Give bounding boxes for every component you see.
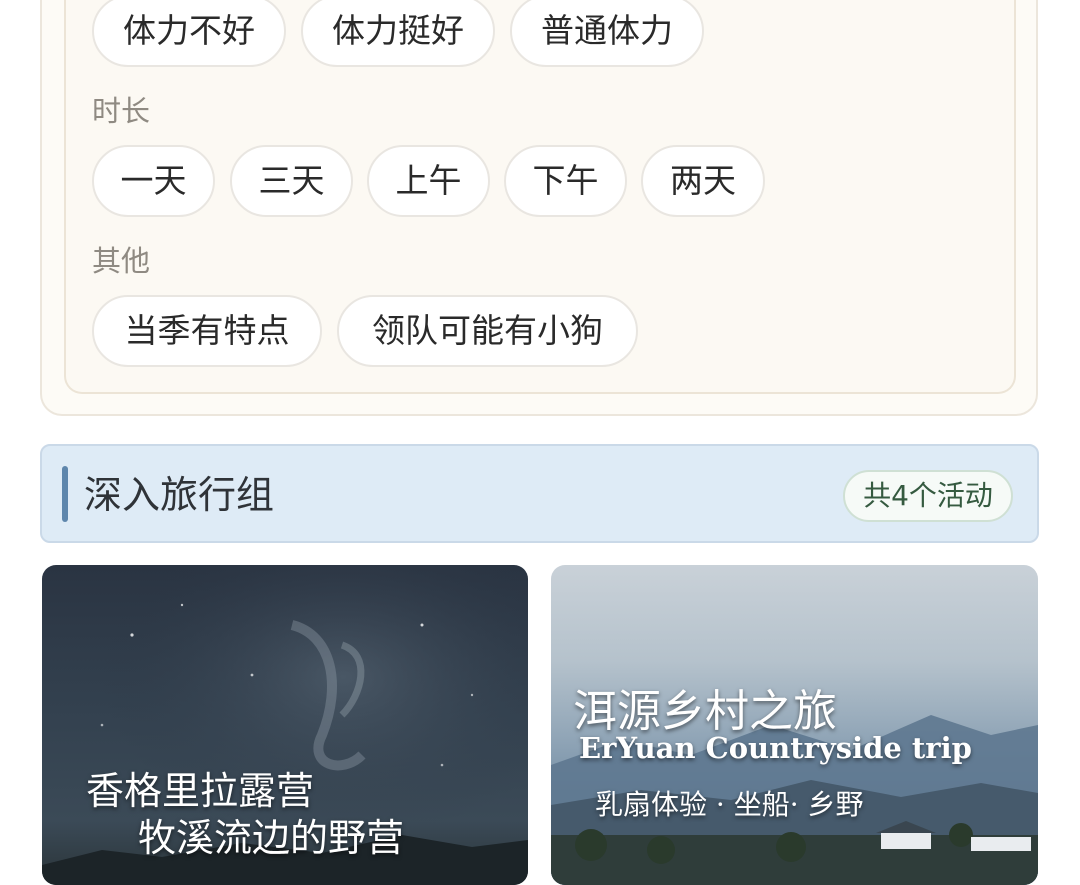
chip-stamina-high[interactable]: 体力挺好 [301, 0, 495, 67]
chip-other-seasonal[interactable]: 当季有特点 [92, 295, 322, 367]
card-title-en: ErYuan Countryside trip [579, 731, 972, 765]
card-subtitle: 乳扇体验 · 坐船· 乡野 [595, 788, 864, 821]
card-title-cn: 洱源乡村之旅 [573, 686, 837, 737]
chip-stamina-low[interactable]: 体力不好 [92, 0, 286, 67]
chip-duration-two-days[interactable]: 两天 [641, 145, 765, 217]
duration-label: 时长 [92, 94, 151, 128]
section-accent-bar [62, 466, 68, 522]
activity-count-badge[interactable]: 共4个活动 [843, 470, 1013, 522]
activity-card-eryuan[interactable]: 洱源乡村之旅 ErYuan Countryside trip 乳扇体验 · 坐船… [551, 565, 1038, 885]
chip-other-dog[interactable]: 领队可能有小狗 [337, 295, 638, 367]
card-title-line-2: 牧溪流边的野营 [138, 816, 405, 860]
chip-stamina-normal[interactable]: 普通体力 [510, 0, 704, 67]
activity-card-shangrila[interactable]: 香格里拉露营 牧溪流边的野营 [42, 565, 528, 885]
other-label: 其他 [92, 244, 151, 278]
section-title: 深入旅行组 [84, 473, 275, 517]
chip-duration-morning[interactable]: 上午 [367, 145, 490, 217]
section-header: 深入旅行组 共4个活动 [40, 444, 1039, 543]
chip-duration-afternoon[interactable]: 下午 [504, 145, 627, 217]
chip-duration-one-day[interactable]: 一天 [92, 145, 215, 217]
chip-duration-three-days[interactable]: 三天 [230, 145, 353, 217]
